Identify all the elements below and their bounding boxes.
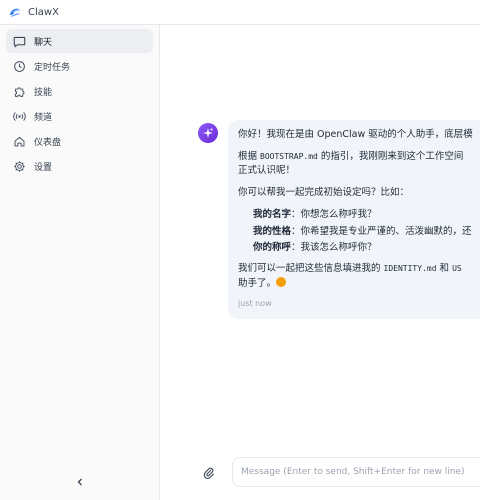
message-bubble: 你好！我现在是由 OpenClaw 驱动的个人助手，底层模 根据 BOOTSTR… <box>228 120 480 319</box>
sidebar-item-label: 频道 <box>34 112 53 123</box>
list-item-text: ：你想怎么称呼我？ <box>291 208 377 220</box>
sparkle-icon <box>203 128 213 138</box>
message-paragraph: 我们可以一起把这些信息填进我的 IDENTITY.md 和 US 助手了。 <box>238 262 480 291</box>
text: 和 <box>436 263 453 275</box>
message-paragraph: 你好！我现在是由 OpenClaw 驱动的个人助手，底层模 <box>238 129 473 140</box>
clock-icon <box>12 59 26 73</box>
text: 根据 <box>238 150 261 162</box>
collapse-sidebar-button[interactable] <box>72 474 88 490</box>
message-input[interactable]: Message (Enter to send, Shift+Enter for … <box>232 457 480 487</box>
sidebar-item-label: 仪表盘 <box>34 137 62 148</box>
home-icon <box>12 134 26 148</box>
smile-emoji-icon <box>276 276 287 287</box>
list-item: 你的称呼：我该怎么称呼你？ <box>253 241 480 256</box>
crab-claw-logo <box>9 8 21 17</box>
gear-icon <box>12 159 26 173</box>
sidebar-item-label: 定时任务 <box>34 62 71 73</box>
list-item-key: 你的称呼 <box>253 242 292 254</box>
paperclip-icon <box>203 467 214 479</box>
message-paragraph: 根据 BOOTSTRAP.md 的指引，我刚刚来到这个工作空间 正式认识呢！ <box>238 150 480 179</box>
message-input-placeholder: Message (Enter to send, Shift+Enter for … <box>241 467 465 477</box>
attach-button[interactable] <box>200 464 216 480</box>
inline-code: IDENTITY.md <box>383 264 437 274</box>
message-timestamp: just now <box>238 299 272 309</box>
sidebar-item-settings[interactable]: 设置 <box>6 154 153 178</box>
composer: Message (Enter to send, Shift+Enter for … <box>200 457 480 487</box>
list-item: 我的名字：你想怎么称呼我？ <box>253 208 480 223</box>
chevron-left-icon <box>77 478 82 486</box>
list-item-key: 我的名字 <box>253 208 292 220</box>
sidebar-item-channels[interactable]: 频道 <box>6 104 153 128</box>
title-bar: ClawX <box>0 0 480 24</box>
text: 的指引，我刚刚来到这个工作空间 <box>317 150 464 162</box>
text: 正式认识呢！ <box>238 165 296 177</box>
assistant-avatar <box>198 123 218 143</box>
list-item-key: 我的性格 <box>253 225 292 237</box>
text: 我们可以一起把这些信息填进我的 <box>238 263 384 275</box>
app-title: ClawX <box>28 6 59 18</box>
assistant-message: 你好！我现在是由 OpenClaw 驱动的个人助手，底层模 根据 BOOTSTR… <box>198 120 480 319</box>
list-item: 我的性格：你希望我是专业严谨的、活泼幽默的，还 <box>253 225 480 240</box>
chat-panel: 你好！我现在是由 OpenClaw 驱动的个人助手，底层模 根据 BOOTSTR… <box>160 24 480 500</box>
list-item-text: ：你希望我是专业严谨的、活泼幽默的，还 <box>291 225 472 237</box>
sidebar-item-scheduled-tasks[interactable]: 定时任务 <box>6 54 153 78</box>
radio-icon <box>12 109 26 123</box>
list-item-text: ：我该怎么称呼你？ <box>291 242 377 254</box>
chat-icon <box>12 34 26 48</box>
sidebar-item-label: 设置 <box>34 162 53 173</box>
sidebar-item-label: 聊天 <box>34 37 53 48</box>
puzzle-icon <box>12 84 26 98</box>
message-paragraph: 你可以帮我一起完成初始设定吗？比如： <box>238 187 410 199</box>
sidebar-item-chat[interactable]: 聊天 <box>6 29 153 53</box>
sidebar-nav: 聊天 定时任务 技能 频道 仪表盘 设置 <box>0 25 159 183</box>
sidebar: 聊天 定时任务 技能 频道 仪表盘 设置 <box>0 24 160 500</box>
inline-code: US <box>452 264 462 274</box>
sidebar-item-skills[interactable]: 技能 <box>6 79 153 103</box>
inline-code: BOOTSTRAP.md <box>260 151 318 161</box>
sidebar-item-label: 技能 <box>34 87 53 98</box>
text: 助手了。 <box>238 277 277 289</box>
setup-list: 我的名字：你想怎么称呼我？ 我的性格：你希望我是专业严谨的、活泼幽默的，还 你的… <box>238 208 480 256</box>
sidebar-item-dashboard[interactable]: 仪表盘 <box>6 129 153 153</box>
